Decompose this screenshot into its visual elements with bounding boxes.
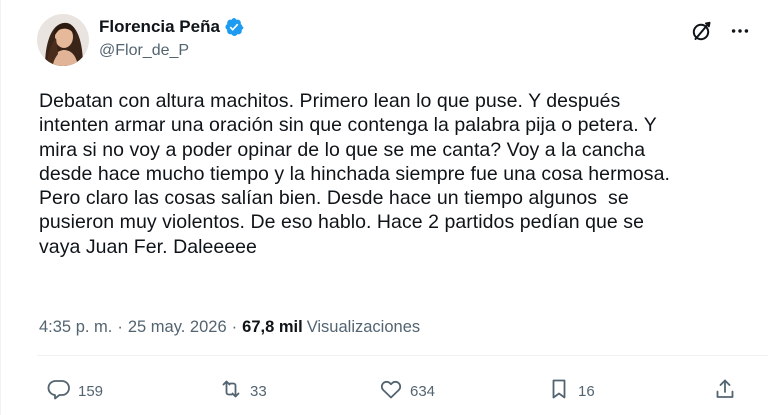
reply-icon — [47, 377, 71, 405]
verified-badge-icon[interactable] — [224, 17, 244, 37]
share-button[interactable] — [713, 376, 737, 406]
author-handle[interactable]: @Flor_de_P — [99, 42, 244, 60]
tweet-time[interactable]: 4:35 p. m. — [39, 318, 112, 337]
grok-icon[interactable] — [689, 18, 715, 44]
tweet-date[interactable]: 25 may. 2026 — [128, 318, 227, 337]
more-icon[interactable] — [727, 18, 753, 44]
meta-separator: · — [117, 318, 123, 336]
like-count: 634 — [410, 382, 436, 400]
repost-button[interactable]: 33 — [219, 376, 267, 406]
display-name-row: Florencia Peña — [99, 17, 244, 37]
action-bar: 159 33 634 16 — [37, 376, 757, 408]
tweet-meta: 4:35 p. m. · 25 may. 2026 · 67,8 mil Vis… — [39, 318, 420, 337]
views-label[interactable]: Visualizaciones — [307, 318, 420, 337]
repost-count: 33 — [250, 382, 267, 400]
bookmark-count: 16 — [578, 382, 595, 400]
views-count[interactable]: 67,8 mil — [242, 318, 303, 337]
reply-button[interactable]: 159 — [47, 376, 103, 406]
tweet-header: Florencia Peña @Flor_de_P — [37, 14, 782, 70]
bookmark-button[interactable]: 16 — [547, 376, 595, 406]
like-button[interactable]: 634 — [379, 376, 435, 406]
avatar[interactable] — [37, 14, 89, 66]
divider — [37, 355, 768, 356]
reply-count: 159 — [78, 382, 104, 400]
tweet-card: Florencia Peña @Flor_de_P Debatan con al… — [0, 0, 782, 415]
bookmark-icon — [547, 377, 571, 405]
display-name[interactable]: Florencia Peña — [99, 17, 220, 37]
like-icon — [379, 377, 403, 405]
author-names: Florencia Peña @Flor_de_P — [99, 17, 244, 60]
tweet-text: Debatan con altura machitos. Primero lea… — [39, 90, 670, 258]
share-icon — [713, 377, 737, 405]
meta-separator: · — [231, 318, 238, 336]
repost-icon — [219, 377, 243, 405]
